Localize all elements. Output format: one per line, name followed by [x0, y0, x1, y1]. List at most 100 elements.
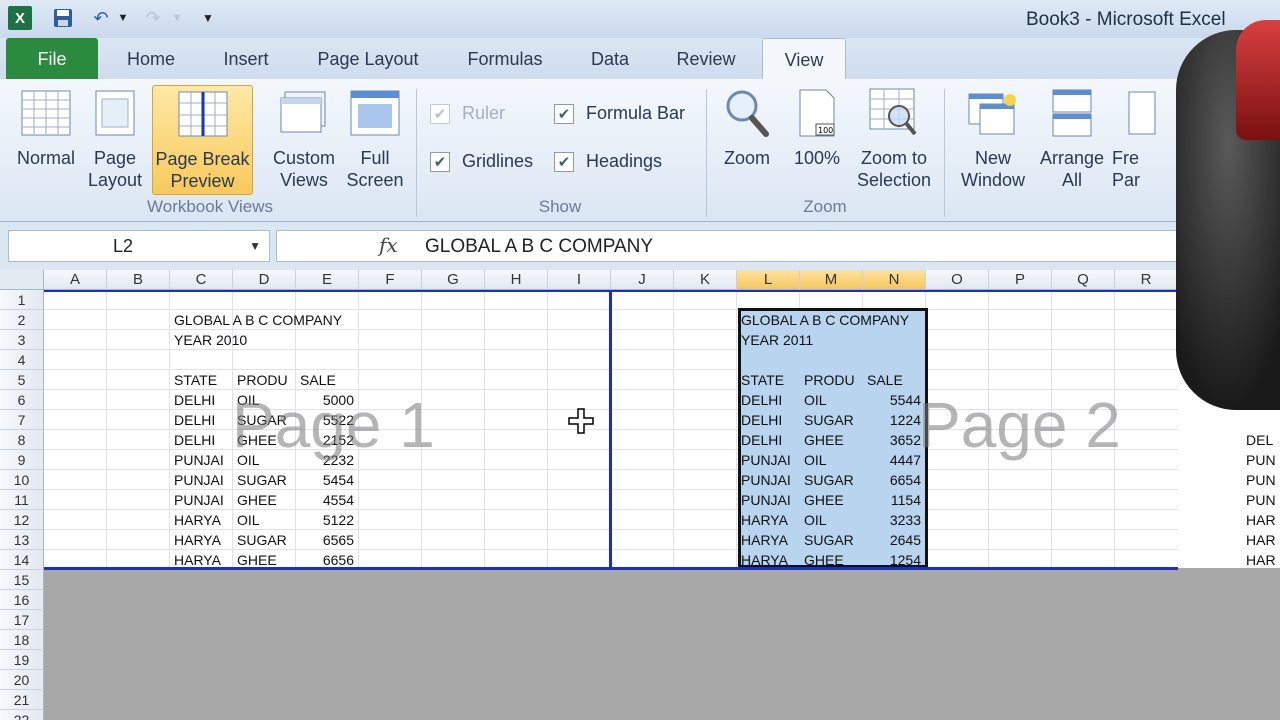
cell-state[interactable]: DELHI [174, 430, 233, 450]
row-header-21[interactable]: 21 [0, 690, 44, 710]
cell-title[interactable]: GLOBAL A B C COMPANY [741, 310, 941, 330]
column-header-l[interactable]: L [737, 270, 800, 290]
row-header-16[interactable]: 16 [0, 590, 44, 610]
cell-product[interactable]: OIL [804, 390, 863, 410]
column-header-d[interactable]: D [233, 270, 296, 290]
undo-icon[interactable]: ↶ [90, 6, 112, 30]
cell-header[interactable]: SALE [300, 370, 360, 390]
cell-state[interactable]: DEL [1246, 430, 1280, 450]
cell-sale[interactable]: 1154 [863, 490, 921, 510]
cell-header[interactable]: PRODU [237, 370, 297, 390]
column-header-f[interactable]: F [359, 270, 422, 290]
customize-qat-icon[interactable]: ▼ [200, 6, 216, 30]
tab-home[interactable]: Home [112, 38, 190, 79]
select-all-corner[interactable] [0, 270, 44, 290]
cell-header[interactable]: PRODU [804, 370, 864, 390]
column-header-m[interactable]: M [800, 270, 863, 290]
cell-state[interactable]: HARYA [174, 530, 233, 550]
cell-state[interactable]: HAR [1246, 550, 1280, 570]
tab-formulas[interactable]: Formulas [454, 38, 556, 79]
cell-year[interactable]: YEAR 2010 [174, 330, 294, 350]
cell-state[interactable]: HAR [1246, 530, 1280, 550]
row-header-19[interactable]: 19 [0, 650, 44, 670]
column-header-p[interactable]: P [989, 270, 1052, 290]
page-layout-view-button[interactable]: Page Layout [84, 85, 146, 195]
row-header-2[interactable]: 2 [0, 310, 44, 330]
cell-product[interactable]: GHEE [237, 490, 296, 510]
cell-product[interactable]: GHEE [804, 430, 863, 450]
page-break-preview-button[interactable]: Page Break Preview [152, 85, 253, 195]
cell-year[interactable]: YEAR 2011 [741, 330, 861, 350]
tab-page-layout[interactable]: Page Layout [302, 38, 434, 79]
cell-sale[interactable]: 3233 [863, 510, 921, 530]
page-break-line[interactable] [609, 290, 612, 570]
column-header-b[interactable]: B [107, 270, 170, 290]
column-header-a[interactable]: A [44, 270, 107, 290]
freeze-panes-button[interactable]: Fre Par [1112, 85, 1162, 195]
cell-product[interactable]: SUGAR [804, 470, 863, 490]
cell-header[interactable]: STATE [741, 370, 801, 390]
cell-state[interactable]: HARYA [174, 510, 233, 530]
new-window-button[interactable]: New Window [954, 85, 1032, 195]
cell-state[interactable]: PUNJAI [174, 490, 233, 510]
row-header-8[interactable]: 8 [0, 430, 44, 450]
name-box[interactable]: L2 ▼ [8, 230, 270, 262]
save-icon[interactable] [52, 6, 74, 30]
cell-state[interactable]: PUN [1246, 490, 1280, 510]
zoom-to-selection-button[interactable]: Zoom to Selection [854, 85, 934, 195]
cell-product[interactable]: OIL [804, 510, 863, 530]
row-header-18[interactable]: 18 [0, 630, 44, 650]
cell-state[interactable]: PUN [1246, 470, 1280, 490]
excel-logo-icon[interactable]: X [8, 6, 32, 30]
tab-view[interactable]: View [762, 38, 846, 79]
cell-product[interactable]: SUGAR [237, 530, 296, 550]
row-header-4[interactable]: 4 [0, 350, 44, 370]
column-header-j[interactable]: J [611, 270, 674, 290]
page-break-line[interactable] [44, 567, 1178, 570]
cell-header[interactable]: SALE [867, 370, 927, 390]
cell-state[interactable]: DELHI [174, 390, 233, 410]
column-header-e[interactable]: E [296, 270, 359, 290]
cell-title[interactable]: GLOBAL A B C COMPANY [174, 310, 374, 330]
cell-state[interactable]: DELHI [741, 390, 800, 410]
cell-product[interactable]: OIL [237, 510, 296, 530]
column-header-q[interactable]: Q [1052, 270, 1115, 290]
cell-state[interactable]: PUNJAI [741, 490, 800, 510]
row-header-9[interactable]: 9 [0, 450, 44, 470]
cell-state[interactable]: DELHI [174, 410, 233, 430]
column-header-h[interactable]: H [485, 270, 548, 290]
cell-product[interactable]: SUGAR [804, 410, 863, 430]
formula-bar-checkbox[interactable]: ✔ Formula Bar [554, 103, 685, 124]
name-box-dropdown-icon[interactable]: ▼ [249, 231, 261, 261]
formula-input[interactable]: fx GLOBAL A B C COMPANY [276, 230, 1280, 262]
cell-state[interactable]: HAR [1246, 510, 1280, 530]
zoom-100-button[interactable]: 100 100% [786, 85, 848, 195]
row-header-17[interactable]: 17 [0, 610, 44, 630]
cell-sale[interactable]: 4554 [296, 490, 354, 510]
cell-state[interactable]: PUNJAI [741, 450, 800, 470]
column-header-g[interactable]: G [422, 270, 485, 290]
row-header-14[interactable]: 14 [0, 550, 44, 570]
cell-sale[interactable]: 5544 [863, 390, 921, 410]
row-header-3[interactable]: 3 [0, 330, 44, 350]
tab-review[interactable]: Review [664, 38, 748, 79]
cell-product[interactable]: SUGAR [804, 530, 863, 550]
row-header-5[interactable]: 5 [0, 370, 44, 390]
full-screen-button[interactable]: Full Screen [344, 85, 406, 195]
column-header-n[interactable]: N [863, 270, 926, 290]
row-header-11[interactable]: 11 [0, 490, 44, 510]
cell-product[interactable]: OIL [804, 450, 863, 470]
cell-state[interactable]: DELHI [741, 410, 800, 430]
custom-views-button[interactable]: Custom Views [268, 85, 340, 195]
cell-sale[interactable]: 6654 [863, 470, 921, 490]
column-header-i[interactable]: I [548, 270, 611, 290]
cell-state[interactable]: HARYA [741, 510, 800, 530]
worksheet-grid[interactable]: ABCDEFGHIJKLMNOPQR 1 2 3 4 5 6 7 8 9 10 11 12 13 14 15… [0, 270, 1280, 720]
cell-state[interactable]: PUNJAI [174, 470, 233, 490]
arrange-all-button[interactable]: Arrange All [1036, 85, 1108, 195]
headings-checkbox[interactable]: ✔ Headings [554, 151, 662, 172]
row-header-13[interactable]: 13 [0, 530, 44, 550]
undo-dropdown-icon[interactable]: ▼ [116, 6, 130, 30]
cell-state[interactable]: DELHI [741, 430, 800, 450]
row-header-1[interactable]: 1 [0, 290, 44, 310]
